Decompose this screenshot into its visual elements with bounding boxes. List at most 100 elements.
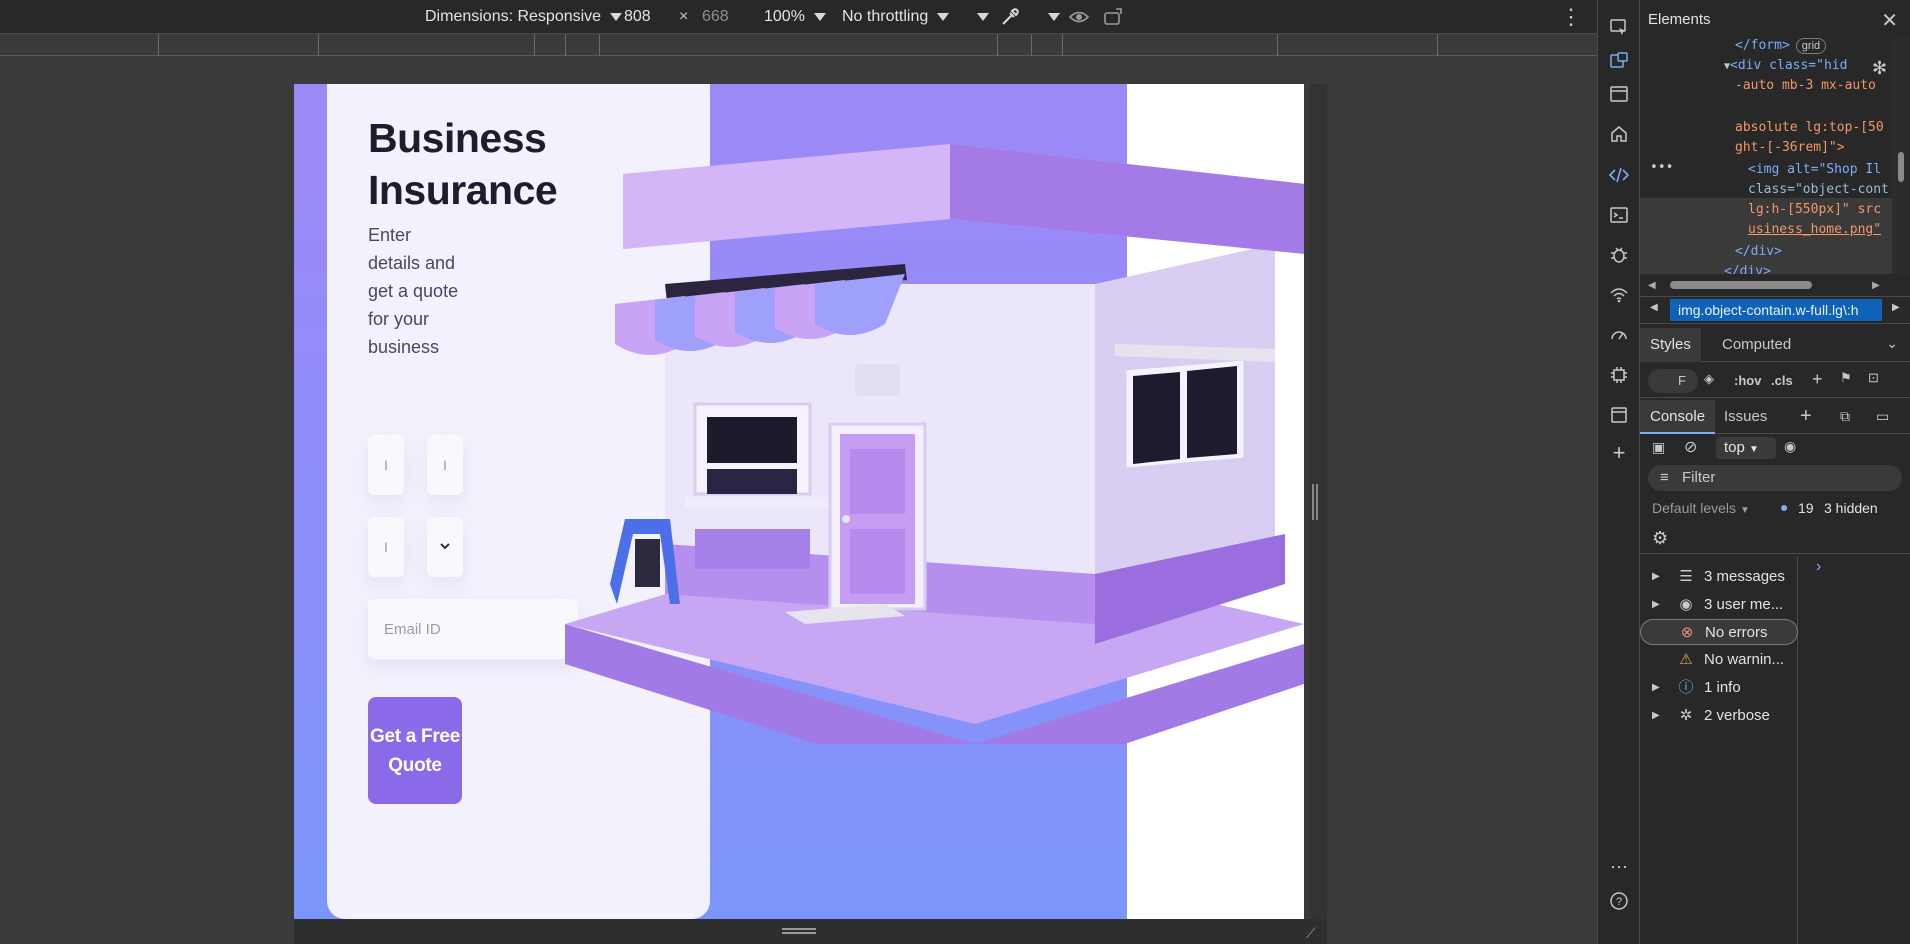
gear-icon[interactable]: ⚙ [1652, 528, 1668, 549]
code-line[interactable]: ght-[-36rem]"> [1735, 140, 1845, 155]
paint-icon[interactable]: ⚑ [1840, 370, 1852, 386]
close-icon[interactable]: ✕ [1881, 8, 1898, 33]
help-icon[interactable]: ? [1608, 890, 1630, 912]
elements-tree[interactable]: </form> grid ▼<div class="hid -auto mb-3 … [1640, 38, 1892, 274]
ellipsis-icon[interactable]: ••• [1650, 160, 1673, 175]
add-tab-icon[interactable]: + [1800, 405, 1812, 428]
error-icon: ⊗ [1680, 624, 1694, 641]
message-count: 19 [1798, 500, 1814, 516]
business-type-select[interactable] [427, 517, 463, 577]
page-subtitle: Enter details and get a quote for your b… [368, 225, 459, 357]
inspect-icon[interactable] [1608, 17, 1630, 39]
bug-icon[interactable] [1608, 244, 1630, 266]
dimensions-dropdown[interactable]: Dimensions: Responsive [425, 0, 623, 34]
memory-icon[interactable] [1608, 364, 1630, 386]
accessibility-icon[interactable]: ✻ [1872, 58, 1887, 79]
resize-handle-right[interactable] [1312, 484, 1318, 520]
window-icon[interactable] [1608, 83, 1630, 105]
layers-icon[interactable]: ◈ [1704, 371, 1714, 387]
code-line[interactable]: absolute lg:top-[50 [1735, 120, 1884, 135]
panel-header: Elements [1648, 10, 1711, 28]
width-input[interactable]: 808 [624, 0, 651, 34]
network-icon[interactable] [1608, 284, 1630, 306]
performance-icon[interactable] [1608, 324, 1630, 346]
plus-icon[interactable]: + [1608, 440, 1630, 465]
throttling-dropdown[interactable]: No throttling [842, 0, 950, 34]
tab-issues[interactable]: Issues [1714, 400, 1777, 434]
sidebar-item-warnings[interactable]: ⚠ No warnin... [1640, 647, 1798, 673]
breadcrumb-item[interactable]: img.object-contain.w-full.lg\:h [1670, 299, 1882, 321]
code-line[interactable]: </div> [1724, 264, 1771, 274]
sensor-dropdown[interactable] [1039, 0, 1060, 34]
code-line[interactable]: <img alt="Shop Il [1748, 162, 1881, 177]
hover-toggle[interactable]: :hov [1734, 373, 1761, 388]
vertical-scrollbar[interactable] [1892, 38, 1910, 274]
home-icon[interactable] [1608, 123, 1630, 145]
code-line[interactable]: class="object-cont [1748, 182, 1889, 197]
eye-icon[interactable] [1068, 0, 1090, 34]
breadcrumb-left-icon[interactable]: ◀ [1650, 302, 1658, 313]
clear-console-icon[interactable]: ⊘ [1684, 437, 1697, 457]
elements-icon[interactable] [1608, 164, 1630, 186]
times-separator: × [679, 8, 689, 25]
sidebar-item-info[interactable]: ▶ ⓘ 1 info [1640, 675, 1798, 701]
console-icon[interactable] [1608, 204, 1630, 226]
emulated-page: Business Insurance Enter details and get… [294, 84, 1304, 919]
message-icon: ● [1780, 499, 1789, 515]
sidebar-item-messages[interactable]: ▶ ☰ 3 messages [1640, 564, 1798, 590]
tab-computed[interactable]: Computed [1712, 328, 1801, 362]
get-free-quote-button[interactable]: Get a Free Quote [368, 697, 462, 804]
hidden-count: 3 hidden [1824, 500, 1878, 516]
resize-handle-bottom[interactable]: ⟋ [294, 919, 1327, 944]
eyedropper-icon[interactable] [999, 0, 1021, 34]
live-expression-icon[interactable]: ◉ [1784, 438, 1796, 455]
new-rule-icon[interactable]: + [1812, 369, 1823, 390]
code-line[interactable]: -auto mb-3 mx-auto [1735, 78, 1876, 93]
chevron-down-icon [937, 13, 950, 21]
scroll-right-icon[interactable]: ▶ [1872, 280, 1880, 291]
sidebar-toggle-icon[interactable]: ▣ [1652, 439, 1665, 456]
height-input[interactable]: 668 [702, 0, 729, 34]
code-line[interactable]: </form> grid [1735, 38, 1827, 54]
application-icon[interactable] [1608, 404, 1630, 426]
corner-resize-icon[interactable]: ⟋ [1306, 925, 1316, 942]
code-line[interactable]: </div> [1735, 244, 1782, 259]
email-field[interactable]: Email ID [368, 599, 578, 659]
device-mode-icon[interactable] [1608, 50, 1630, 72]
code-line[interactable]: lg:h-[550px]" src [1748, 202, 1881, 217]
more-icon[interactable]: ⋯ [1608, 856, 1630, 878]
levels-dropdown[interactable]: Default levels ▼ [1652, 500, 1750, 516]
phone-field[interactable]: I [427, 435, 463, 495]
rotate-icon[interactable] [1102, 0, 1124, 34]
name-field[interactable]: I [368, 435, 404, 495]
zoom-dropdown[interactable]: 100% [764, 0, 826, 34]
undock-icon[interactable]: ⧉ [1840, 408, 1850, 425]
context-select[interactable]: top ▼ [1716, 437, 1776, 459]
code-line[interactable]: usiness_home.png" [1748, 222, 1881, 237]
class-toggle[interactable]: .cls [1771, 373, 1793, 388]
chevron-down-icon [977, 13, 989, 21]
console-prompt-icon[interactable]: › [1816, 558, 1821, 576]
kebab-menu-icon[interactable]: ⋮ [1560, 0, 1582, 34]
media-query-ruler [0, 34, 1597, 56]
code-line[interactable]: ▼<div class="hid [1724, 58, 1847, 73]
grid-badge[interactable]: grid [1795, 38, 1827, 54]
sidebar-item-user-messages[interactable]: ▶ ◉ 3 user me... [1640, 592, 1798, 618]
console-filter-input[interactable]: ≡ Filter [1648, 465, 1902, 491]
computed-toggle-icon[interactable]: ⊡ [1868, 370, 1879, 386]
warning-icon: ⚠ [1679, 651, 1693, 668]
dimensions-label: Dimensions: Responsive [425, 8, 602, 25]
chevron-down-icon[interactable]: ⌄ [1886, 335, 1898, 352]
sidebar-item-verbose[interactable]: ▶ ✲ 2 verbose [1640, 703, 1798, 729]
expand-arrow-icon: ▶ [1652, 599, 1660, 610]
more-options-dropdown[interactable] [968, 0, 989, 34]
business-field[interactable]: I [368, 517, 404, 577]
tab-console[interactable]: Console [1640, 400, 1716, 434]
dock-icon[interactable]: ▭ [1876, 408, 1889, 425]
scroll-left-icon[interactable]: ◀ [1648, 280, 1656, 291]
styles-filter[interactable]: F [1648, 369, 1698, 393]
sidebar-item-errors[interactable]: ⊗ No errors [1640, 619, 1798, 645]
tab-styles[interactable]: Styles [1640, 328, 1701, 362]
horizontal-scrollbar[interactable]: ◀ ▶ [1640, 276, 1910, 294]
breadcrumb-right-icon[interactable]: ▶ [1892, 302, 1900, 313]
